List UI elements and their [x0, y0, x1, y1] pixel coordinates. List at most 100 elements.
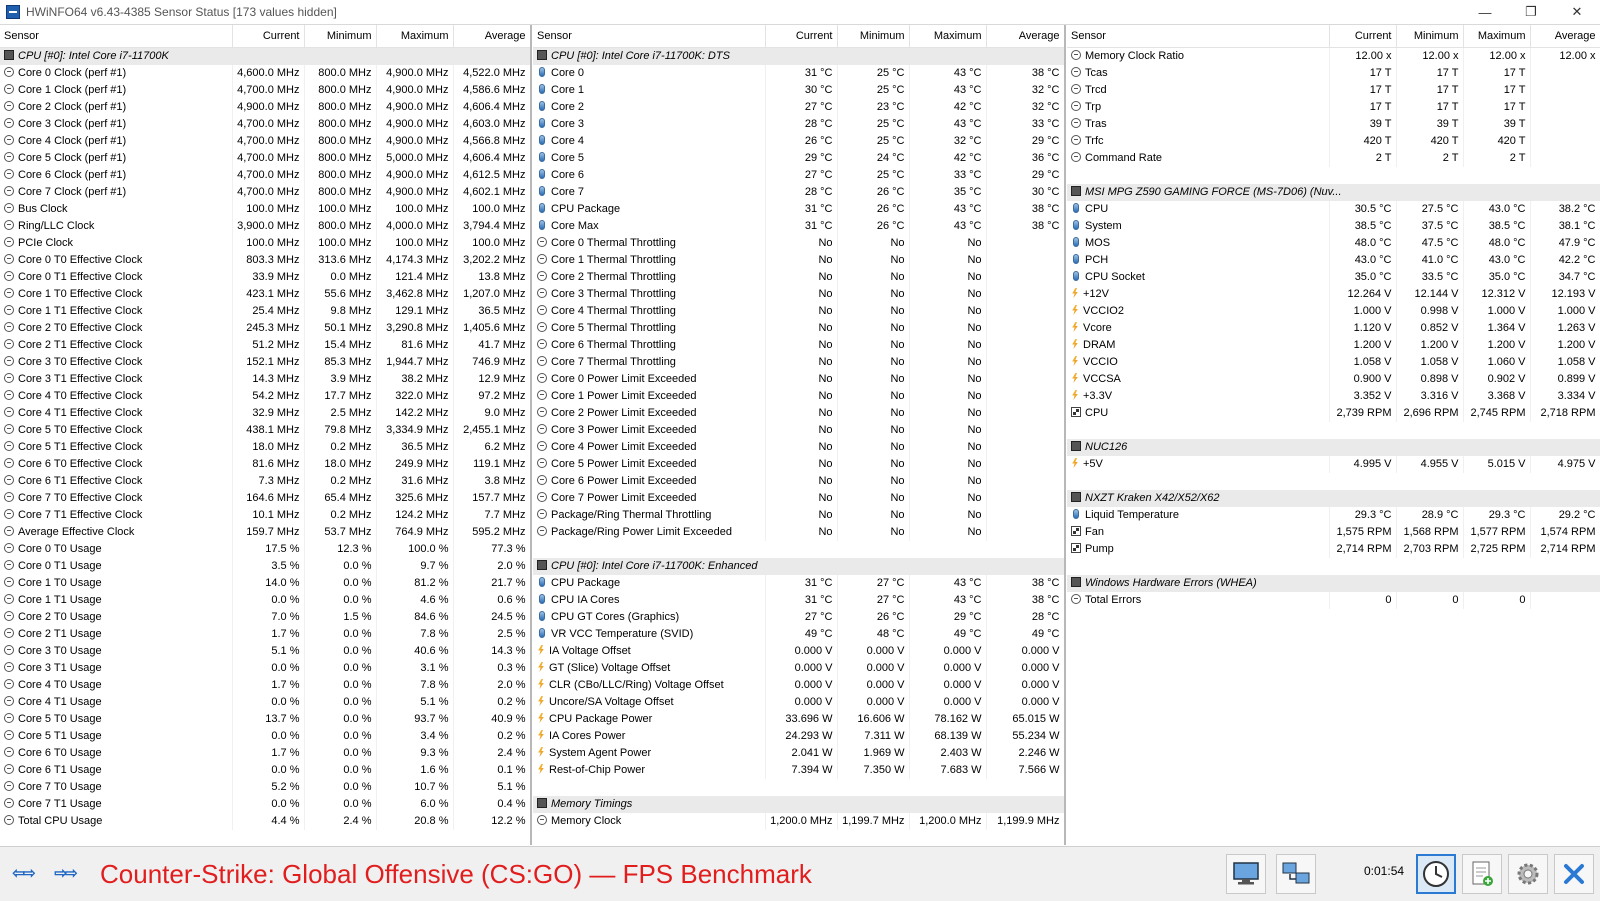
- sensor-row[interactable]: Core 2 T0 Usage 7.0 % 1.5 % 84.6 % 24.5 %: [0, 609, 530, 626]
- sensor-row[interactable]: Core 5 Thermal Throttling No No No: [533, 320, 1064, 337]
- sensor-row[interactable]: +12V 12.264 V 12.144 V 12.312 V 12.193 V: [1067, 286, 1600, 303]
- sensor-row[interactable]: IA Cores Power 24.293 W 7.311 W 68.139 W 55.…: [533, 728, 1064, 745]
- sensor-row[interactable]: Core 4 Clock (perf #1) 4,700.0 MHz 800.0 M…: [0, 133, 530, 150]
- sensor-row[interactable]: Pump 2,714 RPM 2,703 RPM 2,725 RPM 2,714 RPM: [1067, 541, 1600, 558]
- sensor-row[interactable]: Trfc 420 T 420 T 420 T: [1067, 133, 1600, 150]
- sensor-row[interactable]: Core 5 29 °C 24 °C 42 °C 36 °C: [533, 150, 1064, 167]
- sensor-row[interactable]: Tras 39 T 39 T 39 T: [1067, 116, 1600, 133]
- column-header-maximum[interactable]: Maximum: [1463, 25, 1531, 48]
- column-header-sensor[interactable]: Sensor: [0, 25, 233, 48]
- sensor-row[interactable]: Core 1 Thermal Throttling No No No: [533, 252, 1064, 269]
- settings-button[interactable]: [1508, 854, 1548, 894]
- sensor-row[interactable]: Uncore/SA Voltage Offset 0.000 V 0.000 V 0.…: [533, 694, 1064, 711]
- sensor-row[interactable]: Core 0 Power Limit Exceeded No No No: [533, 371, 1064, 388]
- sensor-row[interactable]: GT (Slice) Voltage Offset 0.000 V 0.000 V0…: [533, 660, 1064, 677]
- sensor-panel-2[interactable]: Sensor Current Minimum Maximum Average C…: [533, 25, 1066, 845]
- column-header-sensor[interactable]: Sensor: [1067, 25, 1330, 48]
- column-header-maximum[interactable]: Maximum: [909, 25, 987, 48]
- sensor-row[interactable]: Core 3 T0 Usage 5.1 % 0.0 % 40.6 % 14.3 %: [0, 643, 530, 660]
- sensor-row[interactable]: VCCIO2 1.000 V 0.998 V 1.000 V 1.000 V: [1067, 303, 1600, 320]
- column-header-current[interactable]: Current: [765, 25, 838, 48]
- column-header-average[interactable]: Average: [1530, 25, 1600, 48]
- sensor-row[interactable]: Core 3 T1 Effective Clock 14.3 MHz 3.9 MHz…: [0, 371, 530, 388]
- close-window-button[interactable]: ✕: [1554, 0, 1600, 24]
- sensor-row[interactable]: IA Voltage Offset 0.000 V 0.000 V 0.000 V 0.…: [533, 643, 1064, 660]
- sensor-row[interactable]: Core 7 28 °C 26 °C 35 °C 30 °C: [533, 184, 1064, 201]
- sensor-row[interactable]: Core 7 Thermal Throttling No No No: [533, 354, 1064, 371]
- sensor-row[interactable]: System Agent Power 2.041 W 1.969 W 2.403 W2…: [533, 745, 1064, 762]
- monitor-report-button[interactable]: [1226, 854, 1266, 894]
- sensor-row[interactable]: Core 5 Clock (perf #1) 4,700.0 MHz 800.0 M…: [0, 150, 530, 167]
- sensor-row[interactable]: Core 0 T1 Usage 3.5 % 0.0 % 9.7 % 2.0 %: [0, 558, 530, 575]
- sensor-row[interactable]: VCCIO 1.058 V 1.058 V 1.060 V 1.058 V: [1067, 354, 1600, 371]
- sensor-row[interactable]: Core 3 Thermal Throttling No No No: [533, 286, 1064, 303]
- sensor-row[interactable]: Core 5 T1 Effective Clock 18.0 MHz 0.2 MHz…: [0, 439, 530, 456]
- sensor-row[interactable]: Core 6 27 °C 25 °C 33 °C 29 °C: [533, 167, 1064, 184]
- sensor-row[interactable]: Core 5 Power Limit Exceeded No No No: [533, 456, 1064, 473]
- sensor-row[interactable]: Core 0 T0 Usage 17.5 % 12.3 % 100.0 % 77.3 %: [0, 541, 530, 558]
- minimize-button[interactable]: —: [1462, 0, 1508, 24]
- sensor-row[interactable]: Core 3 T1 Usage 0.0 % 0.0 % 3.1 % 0.3 %: [0, 660, 530, 677]
- sensor-row[interactable]: CPU Package 31 °C 26 °C 43 °C 38 °C: [533, 201, 1064, 218]
- sensor-row[interactable]: Core 3 Power Limit Exceeded No No No: [533, 422, 1064, 439]
- sensor-row[interactable]: Core 1 T1 Usage 0.0 % 0.0 % 4.6 % 0.6 %: [0, 592, 530, 609]
- sensor-row[interactable]: Core 0 T0 Effective Clock 803.3 MHz 313.6 …: [0, 252, 530, 269]
- sensor-row[interactable]: Core 4 T1 Usage 0.0 % 0.0 % 5.1 % 0.2 %: [0, 694, 530, 711]
- sensor-row[interactable]: CPU Package 31 °C 27 °C 43 °C 38 °C: [533, 575, 1064, 592]
- sensor-row[interactable]: Liquid Temperature 29.3 °C 28.9 °C 29.3 °C 2…: [1067, 507, 1600, 524]
- sensor-group-header[interactable]: CPU [#0]: Intel Core i7-11700K: Enhanced: [533, 558, 1064, 575]
- prev-arrows-icon[interactable]: ⇦⇨: [4, 855, 42, 891]
- sensor-row[interactable]: Core 4 T1 Effective Clock 32.9 MHz 2.5 MHz…: [0, 405, 530, 422]
- sensor-row[interactable]: Trcd 17 T 17 T 17 T: [1067, 82, 1600, 99]
- sensor-row[interactable]: Core 4 Thermal Throttling No No No: [533, 303, 1064, 320]
- sensor-row[interactable]: DRAM 1.200 V 1.200 V 1.200 V 1.200 V: [1067, 337, 1600, 354]
- sensor-group-header[interactable]: Windows Hardware Errors (WHEA): [1067, 575, 1600, 592]
- column-header-current[interactable]: Current: [232, 25, 305, 48]
- sensor-row[interactable]: Core 7 Clock (perf #1) 4,700.0 MHz 800.0 M…: [0, 184, 530, 201]
- sensor-row[interactable]: Core 6 T0 Usage 1.7 % 0.0 % 9.3 % 2.4 %: [0, 745, 530, 762]
- sensor-group-header[interactable]: NXZT Kraken X42/X52/X62: [1067, 490, 1600, 507]
- sensor-row[interactable]: Average Effective Clock 159.7 MHz 53.7 MHz…: [0, 524, 530, 541]
- sensor-row[interactable]: +3.3V 3.352 V 3.316 V 3.368 V 3.334 V: [1067, 388, 1600, 405]
- column-header-average[interactable]: Average: [986, 25, 1064, 48]
- sensor-row[interactable]: Bus Clock 100.0 MHz 100.0 MHz 100.0 MHz 100.…: [0, 201, 530, 218]
- sensor-row[interactable]: Memory Clock Ratio 12.00 x 12.00 x 12.00 x1…: [1067, 47, 1600, 65]
- sensor-row[interactable]: Core 7 Power Limit Exceeded No No No: [533, 490, 1064, 507]
- sensor-row[interactable]: Command Rate 2 T2 T2 T: [1067, 150, 1600, 167]
- sensor-row[interactable]: Core 6 Power Limit Exceeded No No No: [533, 473, 1064, 490]
- sensor-row[interactable]: Core 2 Clock (perf #1) 4,900.0 MHz 800.0 M…: [0, 99, 530, 116]
- sensor-row[interactable]: Core 1 Clock (perf #1) 4,700.0 MHz 800.0 M…: [0, 82, 530, 99]
- sensor-row[interactable]: Core 1 T0 Usage 14.0 % 0.0 % 81.2 % 21.7 %: [0, 575, 530, 592]
- reset-clock-button[interactable]: [1416, 854, 1456, 894]
- network-button[interactable]: [1276, 854, 1316, 894]
- sensor-row[interactable]: Core 7 T0 Effective Clock 164.6 MHz 65.4 M…: [0, 490, 530, 507]
- sensor-row[interactable]: Core 4 T0 Effective Clock 54.2 MHz 17.7 MH…: [0, 388, 530, 405]
- sensor-row[interactable]: CPU Socket 35.0 °C 33.5 °C 35.0 °C 34.7 °C: [1067, 269, 1600, 286]
- next-arrows-icon[interactable]: ⇨⇨: [46, 855, 84, 891]
- sensor-row[interactable]: PCH 43.0 °C 41.0 °C 43.0 °C 42.2 °C: [1067, 252, 1600, 269]
- maximize-button[interactable]: ❐: [1508, 0, 1554, 24]
- sensor-row[interactable]: System 38.5 °C 37.5 °C 38.5 °C 38.1 °C: [1067, 218, 1600, 235]
- sensor-row[interactable]: CPU GT Cores (Graphics) 27 °C 26 °C 29 °C 28…: [533, 609, 1064, 626]
- sensor-row[interactable]: Total CPU Usage 4.4 % 2.4 % 20.8 % 12.2 %: [0, 813, 530, 830]
- sensor-row[interactable]: Core 6 Clock (perf #1) 4,700.0 MHz 800.0 M…: [0, 167, 530, 184]
- sensor-row[interactable]: Core 0 Clock (perf #1) 4,600.0 MHz 800.0 M…: [0, 65, 530, 82]
- sensor-row[interactable]: MOS 48.0 °C 47.5 °C 48.0 °C 47.9 °C: [1067, 235, 1600, 252]
- sensor-row[interactable]: Core 3 Clock (perf #1) 4,700.0 MHz 800.0 M…: [0, 116, 530, 133]
- column-header-minimum[interactable]: Minimum: [1396, 25, 1464, 48]
- sensor-row[interactable]: Tcas 17 T 17 T 17 T: [1067, 65, 1600, 82]
- sensor-row[interactable]: Core 1 30 °C 25 °C 43 °C 32 °C: [533, 82, 1064, 99]
- sensor-group-header[interactable]: CPU [#0]: Intel Core i7-11700K: [0, 47, 530, 65]
- sensor-row[interactable]: Core 2 27 °C 23 °C 42 °C 32 °C: [533, 99, 1064, 116]
- sensor-row[interactable]: Core 5 T0 Usage 13.7 % 0.0 % 93.7 % 40.9 %: [0, 711, 530, 728]
- sensor-row[interactable]: Vcore 1.120 V 0.852 V 1.364 V 1.263 V: [1067, 320, 1600, 337]
- sensor-group-header[interactable]: CPU [#0]: Intel Core i7-11700K: DTS: [533, 47, 1064, 65]
- column-header-current[interactable]: Current: [1329, 25, 1397, 48]
- sensor-row[interactable]: Core 1 Power Limit Exceeded No No No: [533, 388, 1064, 405]
- sensor-row[interactable]: Core 0 31 °C 25 °C 43 °C 38 °C: [533, 65, 1064, 82]
- sensor-row[interactable]: Trp 17 T 17 T 17 T: [1067, 99, 1600, 116]
- column-header-minimum[interactable]: Minimum: [304, 25, 377, 48]
- logging-button[interactable]: [1462, 854, 1502, 894]
- column-header-sensor[interactable]: Sensor: [533, 25, 766, 48]
- close-sensors-button[interactable]: [1554, 854, 1594, 894]
